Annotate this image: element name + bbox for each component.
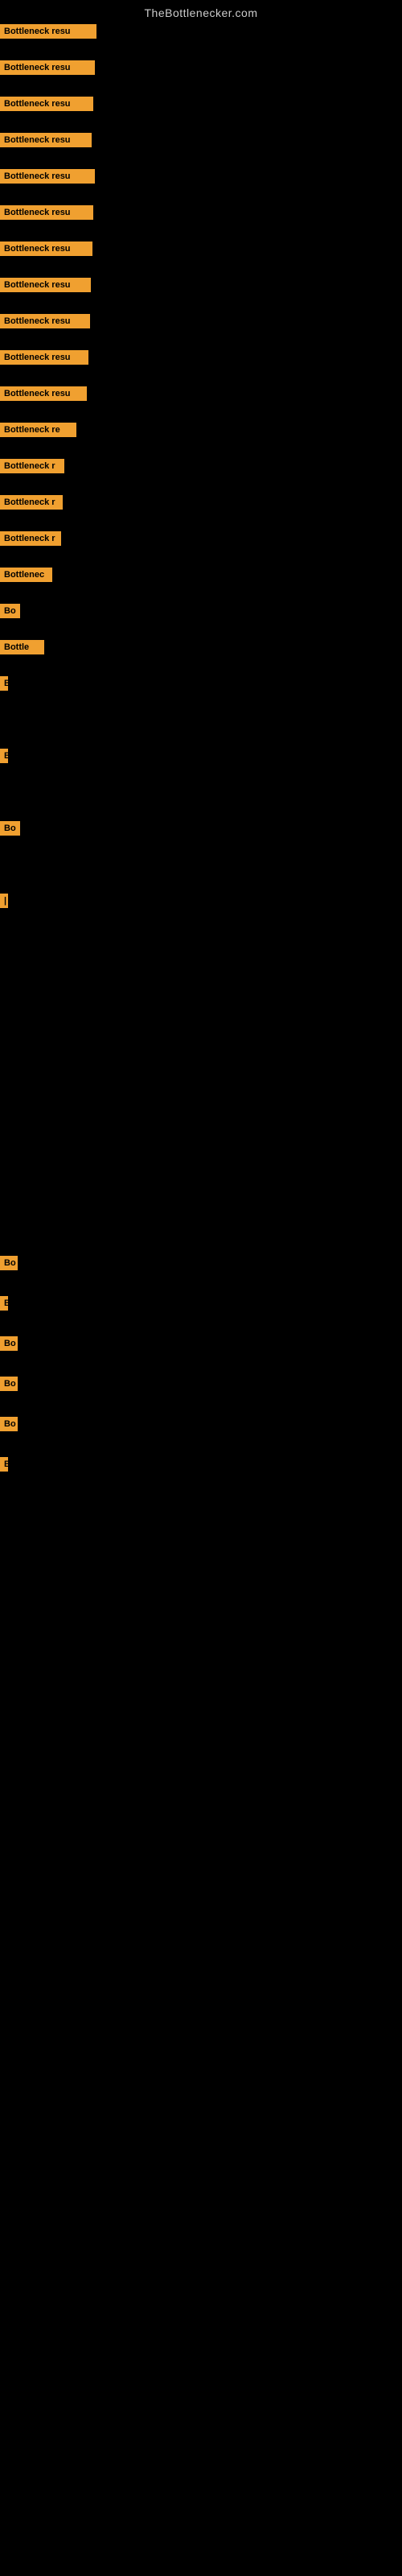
bar-row-17: Bottle <box>0 640 44 654</box>
bar-row-23: B <box>0 1296 8 1311</box>
bar-row-22: Bo <box>0 1256 18 1270</box>
bar-row-16: Bo <box>0 604 20 618</box>
bar-row-18: B <box>0 676 8 691</box>
bar-row-12: Bottleneck r <box>0 459 64 473</box>
bar-row-20: Bo <box>0 821 20 836</box>
bar-row-2: Bottleneck resu <box>0 97 93 111</box>
bar-label-12: Bottleneck r <box>0 459 64 473</box>
bar-label-7: Bottleneck resu <box>0 278 91 292</box>
bar-label-27: B <box>0 1457 8 1472</box>
bar-row-13: Bottleneck r <box>0 495 63 510</box>
bar-row-0: Bottleneck resu <box>0 24 96 39</box>
bar-label-14: Bottleneck r <box>0 531 61 546</box>
bar-label-15: Bottlenec <box>0 568 52 582</box>
bar-row-27: B <box>0 1457 8 1472</box>
bar-row-9: Bottleneck resu <box>0 350 88 365</box>
bar-row-19: B <box>0 749 8 763</box>
bar-label-3: Bottleneck resu <box>0 133 92 147</box>
bar-row-14: Bottleneck r <box>0 531 61 546</box>
bar-row-15: Bottlenec <box>0 568 52 582</box>
bar-label-1: Bottleneck resu <box>0 60 95 75</box>
bar-label-6: Bottleneck resu <box>0 242 92 256</box>
bar-label-17: Bottle <box>0 640 44 654</box>
bar-label-9: Bottleneck resu <box>0 350 88 365</box>
bar-row-25: Bo <box>0 1377 18 1391</box>
bar-label-22: Bo <box>0 1256 18 1270</box>
bar-label-20: Bo <box>0 821 20 836</box>
bar-label-23: B <box>0 1296 8 1311</box>
bar-label-13: Bottleneck r <box>0 495 63 510</box>
bar-row-21: | <box>0 894 8 908</box>
bar-row-7: Bottleneck resu <box>0 278 91 292</box>
bar-row-8: Bottleneck resu <box>0 314 90 328</box>
bar-label-11: Bottleneck re <box>0 423 76 437</box>
bar-label-18: B <box>0 676 8 691</box>
bar-label-10: Bottleneck resu <box>0 386 87 401</box>
bar-label-5: Bottleneck resu <box>0 205 93 220</box>
bar-row-10: Bottleneck resu <box>0 386 87 401</box>
bar-row-4: Bottleneck resu <box>0 169 95 184</box>
bar-row-1: Bottleneck resu <box>0 60 95 75</box>
bar-label-26: Bo <box>0 1417 18 1431</box>
bar-label-24: Bo <box>0 1336 18 1351</box>
bar-label-16: Bo <box>0 604 20 618</box>
bar-label-0: Bottleneck resu <box>0 24 96 39</box>
bar-label-25: Bo <box>0 1377 18 1391</box>
bar-row-24: Bo <box>0 1336 18 1351</box>
bar-label-4: Bottleneck resu <box>0 169 95 184</box>
site-title: TheBottlenecker.com <box>0 0 402 23</box>
bar-row-3: Bottleneck resu <box>0 133 92 147</box>
bar-label-21: | <box>0 894 8 908</box>
bar-row-6: Bottleneck resu <box>0 242 92 256</box>
bar-label-8: Bottleneck resu <box>0 314 90 328</box>
bar-row-11: Bottleneck re <box>0 423 76 437</box>
bar-row-26: Bo <box>0 1417 18 1431</box>
bar-label-19: B <box>0 749 8 763</box>
bar-label-2: Bottleneck resu <box>0 97 93 111</box>
bar-row-5: Bottleneck resu <box>0 205 93 220</box>
